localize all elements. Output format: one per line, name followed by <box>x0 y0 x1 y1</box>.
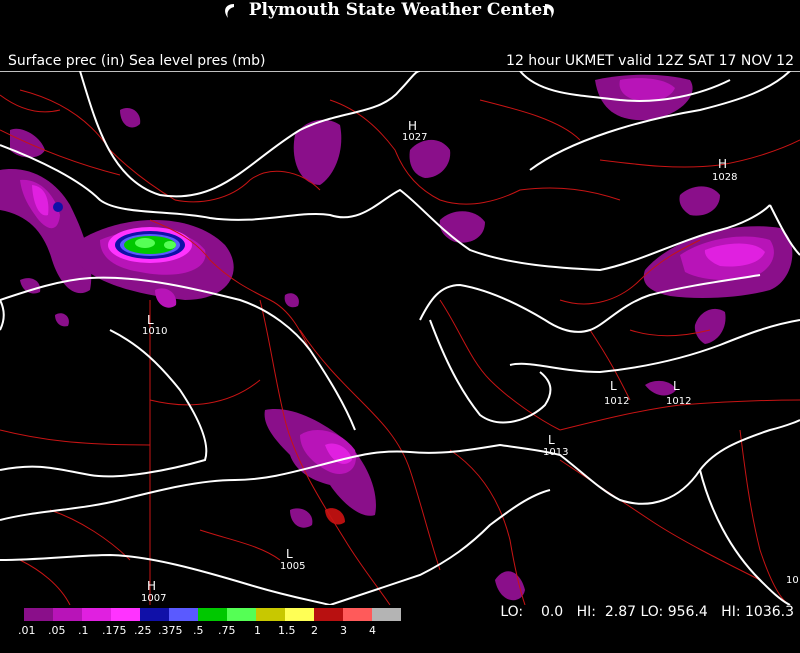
legend-tick-label: .175 <box>102 624 127 637</box>
center-type-label: H <box>718 157 727 171</box>
center-pressure-label: 1010 <box>142 326 167 337</box>
legend-swatch <box>256 608 285 621</box>
legend-tick-label: 1.5 <box>278 624 296 637</box>
legend-tick-label: 1 <box>254 624 261 637</box>
map-fields-label: Surface prec (in) Sea level pres (mb) <box>8 53 266 69</box>
field-stats: LO: 0.0 HI: 2.87 LO: 956.4 HI: 1036.3 <box>500 604 794 620</box>
legend-swatch <box>314 608 343 621</box>
center-type-label: L <box>610 379 617 393</box>
pres-lo-value: 956.4 <box>667 604 708 620</box>
legend-tick-label: .375 <box>158 624 183 637</box>
precip-lo-value: 0.0 <box>540 604 564 620</box>
precip-hi-label: HI: <box>576 604 596 620</box>
center-pressure-label: 1028 <box>712 172 737 183</box>
legend-tick-label: .25 <box>134 624 152 637</box>
center-pressure-label: 1007 <box>141 593 166 604</box>
map-valid-time-label: 12 hour UKMET valid 12Z SAT 17 NOV 12 <box>506 53 794 69</box>
legend-swatch <box>82 608 111 621</box>
legend-tick-label: .01 <box>18 624 36 637</box>
center-pressure-label: 1012 <box>604 396 629 407</box>
center-pressure-label: 1027 <box>402 132 427 143</box>
center-type-label: L <box>147 313 154 327</box>
legend-tick-label: 4 <box>369 624 376 637</box>
legend-tick-label: .1 <box>78 624 89 637</box>
center-type-label: H <box>408 119 417 133</box>
page-title: Plymouth State Weather Center <box>248 0 552 20</box>
pres-lo-label: LO: <box>640 604 664 620</box>
center-type-label: L <box>548 433 555 447</box>
legend-swatch <box>198 608 227 621</box>
center-type-label: L <box>673 379 680 393</box>
center-type-label: L <box>286 547 293 561</box>
center-pressure-label: 1013 <box>543 447 568 458</box>
precip-lo-label: LO: <box>500 604 524 620</box>
legend-swatch <box>111 608 140 621</box>
pres-hi-value: 1036.3 <box>745 604 794 620</box>
legend-tick-label: 2 <box>311 624 318 637</box>
weather-map: H 1027 H 1028 L 1010 L 1012 L 1012 L 101… <box>0 71 800 605</box>
legend-swatch <box>169 608 198 621</box>
center-pressure-label: 1005 <box>280 561 305 572</box>
legend-tick-label: 3 <box>340 624 347 637</box>
edge-center-marker: 10 <box>786 575 799 586</box>
legend-swatch <box>24 608 53 621</box>
legend-swatch <box>372 608 401 621</box>
precip-hi-value: 2.87 <box>604 604 637 620</box>
center-pressure-label: 10 <box>786 575 799 586</box>
legend-swatch <box>53 608 82 621</box>
center-pressure-label: 1012 <box>666 396 691 407</box>
legend-swatch <box>285 608 314 621</box>
legend-swatch <box>140 608 169 621</box>
legend-swatch <box>227 608 256 621</box>
center-type-label: H <box>147 579 156 593</box>
legend-tick-label: .5 <box>193 624 204 637</box>
header: Plymouth State Weather Center <box>0 0 800 24</box>
legend-swatch <box>343 608 372 621</box>
pres-hi-label: HI: <box>721 604 741 620</box>
legend-tick-label: .75 <box>218 624 236 637</box>
psu-logo-icon <box>545 4 554 18</box>
legend-tick-label: .05 <box>48 624 66 637</box>
